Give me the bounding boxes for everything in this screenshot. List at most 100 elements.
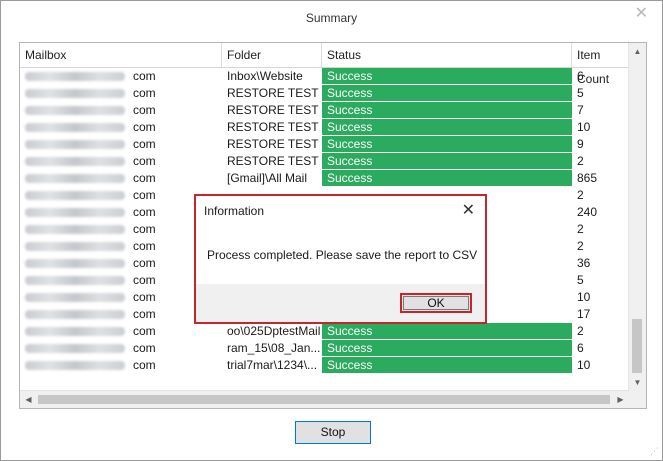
mailbox-cell: com — [20, 255, 222, 272]
scrollbar-corner — [629, 391, 646, 408]
status-cell: Success — [322, 68, 572, 85]
status-cell: Success — [322, 340, 572, 357]
item-count-cell: 2 — [577, 239, 584, 253]
item-count-cell: 10 — [577, 290, 591, 304]
folder-cell: RESTORE TEST ... — [227, 154, 322, 168]
redacted-email — [25, 123, 125, 133]
mailbox-cell: com — [20, 187, 222, 204]
status-cell: Success — [322, 85, 572, 102]
mailbox-domain: com — [133, 358, 156, 372]
mailbox-domain: com — [133, 324, 156, 338]
mailbox-domain: com — [133, 341, 156, 355]
scroll-left-icon[interactable]: ◀ — [20, 391, 37, 408]
mailbox-cell: com — [20, 272, 222, 289]
table-row[interactable]: com RESTORE TEST ... Success 9 — [20, 136, 629, 153]
status-cell: Success — [322, 136, 572, 153]
table-row[interactable]: com RESTORE TEST ... Success 5 — [20, 85, 629, 102]
table-row[interactable]: com trial7mar\1234\... Success 10 — [20, 357, 629, 374]
item-count-cell: 2 — [577, 154, 584, 168]
mailbox-domain: com — [133, 290, 156, 304]
scroll-down-icon[interactable]: ▼ — [629, 374, 646, 391]
mailbox-cell: com — [20, 153, 222, 170]
redacted-email — [25, 327, 125, 337]
mailbox-cell: com — [20, 221, 222, 238]
dialog-message: Process completed. Please save the repor… — [207, 248, 478, 262]
item-count-cell: 17 — [577, 307, 591, 321]
stop-button[interactable]: Stop — [295, 421, 371, 444]
column-header-folder[interactable]: Folder — [222, 43, 322, 67]
column-header-status[interactable]: Status — [322, 43, 572, 67]
item-count-cell: 5 — [577, 273, 584, 287]
dialog-title: Information — [204, 204, 265, 218]
status-cell: Success — [322, 153, 572, 170]
mailbox-domain: com — [133, 86, 156, 100]
table-row[interactable]: com oo\025DptestMail Success 2 — [20, 323, 629, 340]
item-count-cell: 36 — [577, 256, 591, 270]
mailbox-domain: com — [133, 154, 156, 168]
mailbox-cell: com — [20, 238, 222, 255]
table-row[interactable]: com RESTORE TEST ... Success 2 — [20, 153, 629, 170]
redacted-email — [25, 276, 125, 286]
redacted-email — [25, 191, 125, 201]
folder-cell: RESTORE TEST ... — [227, 137, 322, 151]
folder-cell: RESTORE TEST ... — [227, 120, 322, 134]
window-close-icon[interactable]: ✕ — [635, 3, 648, 23]
redacted-email — [25, 208, 125, 218]
status-cell: Success — [322, 170, 572, 187]
scroll-up-icon[interactable]: ▲ — [629, 43, 646, 60]
table-row[interactable]: com Inbox\Website Success 6 — [20, 68, 629, 85]
folder-cell: trial7mar\1234\... — [227, 358, 318, 372]
mailbox-cell: com — [20, 323, 222, 340]
item-count-cell: 2 — [577, 188, 584, 202]
size-grip-icon[interactable]: ⋰ — [650, 446, 659, 457]
mailbox-cell: com — [20, 102, 222, 119]
ok-button[interactable]: OK — [400, 293, 472, 313]
scroll-right-icon[interactable]: ▶ — [612, 391, 629, 408]
status-cell: Success — [322, 102, 572, 119]
redacted-email — [25, 174, 125, 184]
item-count-cell: 9 — [577, 137, 584, 151]
table-row[interactable]: com RESTORE TEST ... Success 10 — [20, 119, 629, 136]
column-header-item-count[interactable]: Item Count — [572, 43, 629, 86]
redacted-email — [25, 225, 125, 235]
mailbox-cell: com — [20, 289, 222, 306]
column-header-mailbox[interactable]: Mailbox — [20, 43, 222, 67]
item-count-cell: 10 — [577, 358, 591, 372]
mailbox-domain: com — [133, 188, 156, 202]
window-title: Summary — [305, 11, 358, 25]
mailbox-cell: com — [20, 68, 222, 85]
mailbox-domain: com — [133, 171, 156, 185]
mailbox-cell: com — [20, 340, 222, 357]
horizontal-scrollbar[interactable]: ◀ ▶ — [20, 390, 629, 408]
information-dialog: Information ✕ Process completed. Please … — [194, 194, 487, 324]
folder-cell: ram_15\08_Jan... — [227, 341, 321, 355]
mailbox-cell: com — [20, 136, 222, 153]
status-cell: Success — [322, 357, 572, 374]
item-count-cell: 865 — [577, 171, 598, 185]
item-count-cell: 5 — [577, 86, 584, 100]
dialog-close-icon[interactable]: ✕ — [462, 200, 475, 220]
mailbox-domain: com — [133, 307, 156, 321]
redacted-email — [25, 344, 125, 354]
mailbox-domain: com — [133, 273, 156, 287]
mailbox-cell: com — [20, 170, 222, 187]
redacted-email — [25, 72, 125, 82]
mailbox-cell: com — [20, 204, 222, 221]
redacted-email — [25, 140, 125, 150]
mailbox-domain: com — [133, 69, 156, 83]
status-cell: Success — [322, 323, 572, 340]
folder-cell: RESTORE TEST ... — [227, 86, 322, 100]
mailbox-cell: com — [20, 357, 222, 374]
mailbox-domain: com — [133, 120, 156, 134]
mailbox-domain: com — [133, 103, 156, 117]
status-cell: Success — [322, 119, 572, 136]
table-row[interactable]: com RESTORE TEST ... Success 7 — [20, 102, 629, 119]
redacted-email — [25, 259, 125, 269]
horizontal-scroll-thumb[interactable] — [38, 395, 610, 404]
table-row[interactable]: com [Gmail]\All Mail Success 865 — [20, 170, 629, 187]
table-row[interactable]: com ram_15\08_Jan... Success 6 — [20, 340, 629, 357]
mailbox-domain: com — [133, 205, 156, 219]
vertical-scrollbar[interactable]: ▲ ▼ — [628, 43, 646, 391]
folder-cell: Inbox\Website — [227, 69, 303, 83]
vertical-scroll-thumb[interactable] — [632, 319, 642, 373]
